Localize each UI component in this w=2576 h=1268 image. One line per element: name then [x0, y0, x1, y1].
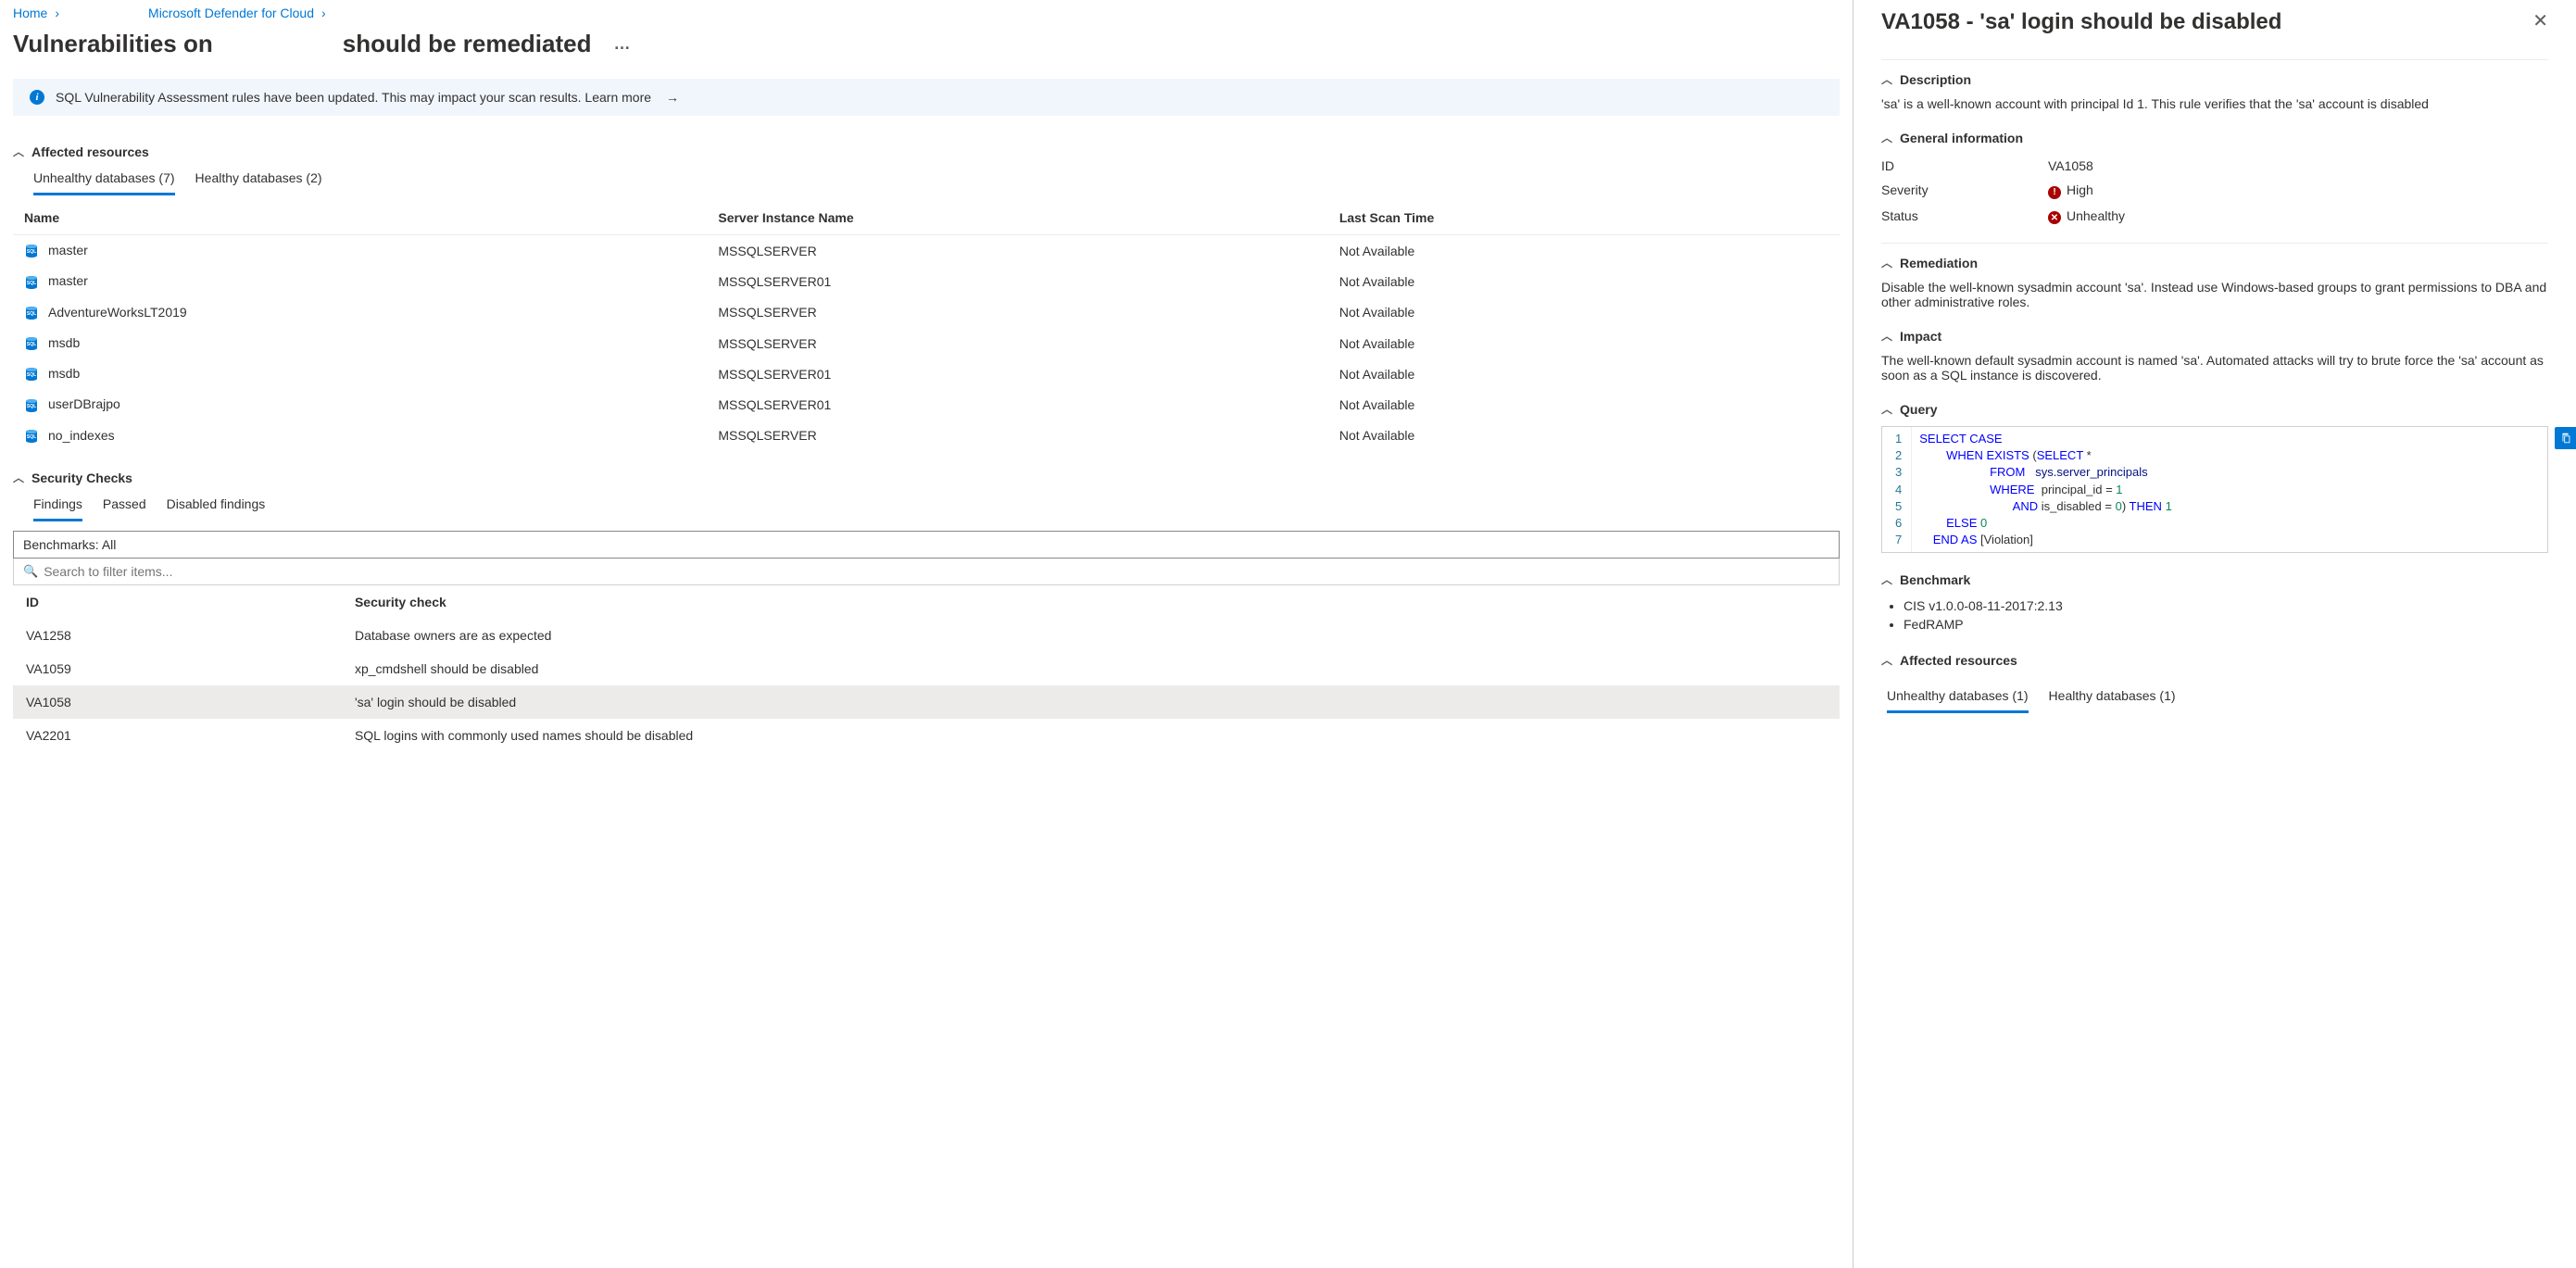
close-button[interactable]: ✕ — [2532, 9, 2548, 32]
chevron-right-icon: › — [55, 6, 59, 20]
query-header[interactable]: ︿ Query — [1881, 395, 2548, 422]
chevron-up-icon: ︿ — [1881, 652, 1892, 668]
chevron-right-icon: › — [321, 6, 326, 20]
benchmark-list: CIS v1.0.0-08-11-2017:2.13FedRAMP — [1881, 596, 2548, 634]
impact-title: Impact — [1900, 329, 1941, 344]
benchmark-item: CIS v1.0.0-08-11-2017:2.13 — [1904, 596, 2548, 615]
copy-icon — [2559, 432, 2572, 445]
svg-text:SQL: SQL — [27, 311, 36, 317]
general-info-title: General information — [1900, 131, 2023, 145]
detail-affected-title: Affected resources — [1900, 653, 2017, 668]
value-id: VA1058 — [2048, 158, 2548, 173]
description-text: 'sa' is a well-known account with princi… — [1881, 93, 2548, 124]
benchmark-item: FedRAMP — [1904, 615, 2548, 634]
tab-healthy-db[interactable]: Healthy databases (2) — [195, 170, 322, 195]
tab-unhealthy-db[interactable]: Unhealthy databases (7) — [33, 170, 175, 195]
chevron-up-icon: ︿ — [13, 144, 24, 159]
chevron-up-icon: ︿ — [1881, 401, 1892, 417]
finding-row[interactable]: VA1059xp_cmdshell should be disabled — [13, 652, 1840, 685]
breadcrumb: Home › Microsoft Defender for Cloud › — [0, 0, 1853, 26]
detail-tab-healthy[interactable]: Healthy databases (1) — [2049, 688, 2176, 713]
detail-tab-unhealthy[interactable]: Unhealthy databases (1) — [1887, 688, 2029, 713]
notice-text: SQL Vulnerability Assessment rules have … — [56, 90, 651, 105]
status-unhealthy-icon: ✕ — [2048, 211, 2061, 224]
tab-disabled[interactable]: Disabled findings — [167, 496, 266, 521]
affected-resources-header[interactable]: ︿ Affected resources — [13, 144, 1840, 159]
copy-button[interactable] — [2555, 427, 2576, 449]
tab-passed[interactable]: Passed — [103, 496, 146, 521]
search-box[interactable]: 🔍 — [13, 559, 1840, 585]
search-input[interactable] — [44, 564, 1829, 579]
chevron-up-icon: ︿ — [1881, 255, 1892, 270]
database-icon: SQL — [24, 336, 39, 351]
finding-row[interactable]: VA1058'sa' login should be disabled — [13, 685, 1840, 719]
breadcrumb-mdc[interactable]: Microsoft Defender for Cloud — [148, 6, 314, 20]
tab-findings[interactable]: Findings — [33, 496, 82, 521]
query-code: 1234567 SELECT CASE WHEN EXISTS (SELECT … — [1882, 427, 2547, 552]
remediation-title: Remediation — [1900, 256, 1978, 270]
svg-text:SQL: SQL — [27, 249, 36, 255]
impact-text: The well-known default sysadmin account … — [1881, 349, 2548, 395]
security-checks-header[interactable]: ︿ Security Checks — [13, 470, 1840, 485]
db-row[interactable]: SQLmsdbMSSQLSERVERNot Available — [13, 328, 1840, 358]
more-button[interactable]: … — [609, 34, 634, 54]
col-name[interactable]: Name — [13, 201, 707, 235]
col-server[interactable]: Server Instance Name — [707, 201, 1327, 235]
db-row[interactable]: SQLmasterMSSQLSERVERNot Available — [13, 235, 1840, 267]
general-info-header[interactable]: ︿ General information — [1881, 124, 2548, 151]
chevron-up-icon: ︿ — [1881, 71, 1892, 87]
description-title: Description — [1900, 72, 1971, 87]
database-icon: SQL — [24, 398, 39, 413]
chevron-up-icon: ︿ — [13, 470, 24, 485]
search-icon: 🔍 — [23, 564, 38, 579]
benchmark-title: Benchmark — [1900, 572, 1970, 587]
chevron-up-icon: ︿ — [1881, 571, 1892, 587]
col-id[interactable]: ID — [13, 585, 342, 619]
page-title-part2: should be remediated — [343, 30, 592, 58]
label-severity: Severity — [1881, 182, 2048, 199]
benchmark-header[interactable]: ︿ Benchmark — [1881, 566, 2548, 593]
svg-text:SQL: SQL — [27, 342, 36, 347]
database-icon: SQL — [24, 306, 39, 320]
db-row[interactable]: SQLAdventureWorksLT2019MSSQLSERVERNot Av… — [13, 297, 1840, 328]
info-icon: i — [30, 90, 44, 105]
detail-title: VA1058 - 'sa' login should be disabled — [1881, 9, 2281, 35]
label-id: ID — [1881, 158, 2048, 173]
arrow-right-icon: → — [666, 90, 679, 105]
affected-resources-title: Affected resources — [31, 144, 149, 159]
breadcrumb-home[interactable]: Home — [13, 6, 47, 20]
svg-text:SQL: SQL — [27, 434, 36, 440]
remediation-text: Disable the well-known sysadmin account … — [1881, 276, 2548, 322]
database-icon: SQL — [24, 244, 39, 258]
db-row[interactable]: SQLmasterMSSQLSERVER01Not Available — [13, 266, 1840, 296]
query-title: Query — [1900, 402, 1937, 417]
severity-high-icon: ! — [2048, 186, 2061, 199]
remediation-header[interactable]: ︿ Remediation — [1881, 249, 2548, 276]
detail-affected-header[interactable]: ︿ Affected resources — [1881, 647, 2548, 673]
database-icon: SQL — [24, 429, 39, 444]
description-header[interactable]: ︿ Description — [1881, 66, 2548, 93]
label-status: Status — [1881, 208, 2048, 225]
info-notice[interactable]: i SQL Vulnerability Assessment rules hav… — [13, 79, 1840, 116]
col-scan[interactable]: Last Scan Time — [1328, 201, 1840, 235]
database-icon: SQL — [24, 367, 39, 382]
chevron-up-icon: ︿ — [1881, 328, 1892, 344]
database-icon: SQL — [24, 275, 39, 290]
finding-row[interactable]: VA2201SQL logins with commonly used name… — [13, 719, 1840, 752]
chevron-up-icon: ︿ — [1881, 130, 1892, 145]
impact-header[interactable]: ︿ Impact — [1881, 322, 2548, 349]
security-checks-title: Security Checks — [31, 471, 132, 485]
finding-row[interactable]: VA1258Database owners are as expected — [13, 619, 1840, 652]
value-severity: High — [2067, 182, 2093, 197]
db-row[interactable]: SQLuserDBrajpoMSSQLSERVER01Not Available — [13, 389, 1840, 420]
value-status: Unhealthy — [2067, 208, 2125, 223]
svg-text:SQL: SQL — [27, 372, 36, 378]
db-row[interactable]: SQLno_indexesMSSQLSERVERNot Available — [13, 421, 1840, 451]
svg-text:SQL: SQL — [27, 404, 36, 409]
db-row[interactable]: SQLmsdbMSSQLSERVER01Not Available — [13, 358, 1840, 389]
col-check[interactable]: Security check — [342, 585, 1840, 619]
page-title-part1: Vulnerabilities on — [13, 30, 213, 58]
svg-text:SQL: SQL — [27, 281, 36, 286]
benchmarks-filter[interactable]: Benchmarks: All — [13, 531, 1840, 559]
